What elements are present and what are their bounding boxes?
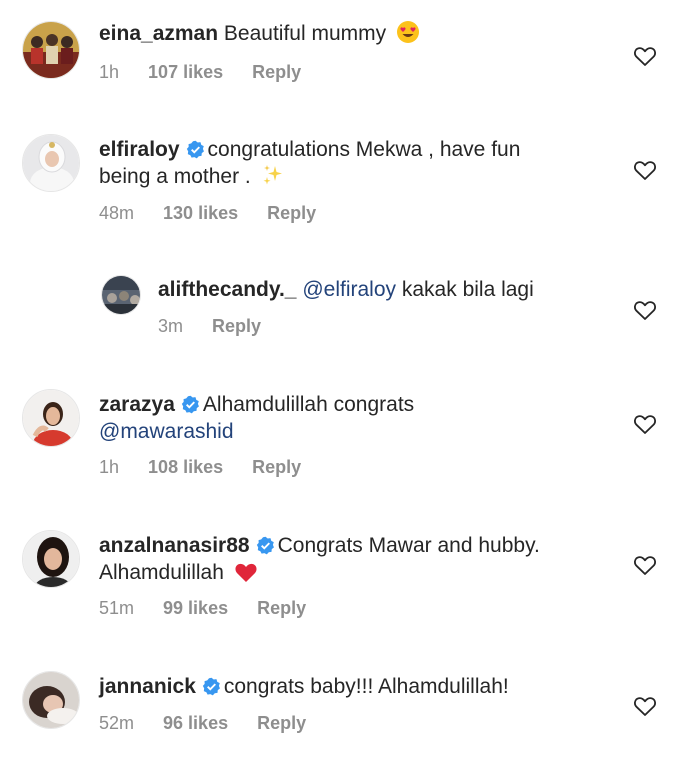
- likes-count[interactable]: 99 likes: [163, 598, 228, 619]
- likes-count[interactable]: 107 likes: [148, 62, 223, 83]
- username[interactable]: anzalnanasir88: [99, 534, 250, 557]
- verified-badge-icon: [202, 677, 220, 696]
- avatar[interactable]: [101, 275, 141, 315]
- reply-button[interactable]: Reply: [252, 62, 301, 83]
- timestamp: 3m: [158, 316, 184, 336]
- comment-meta: 1h 108 likes Reply: [99, 457, 301, 478]
- likes-count[interactable]: 96 likes: [163, 713, 228, 734]
- timestamp: 48m: [99, 203, 135, 223]
- comment-meta: 51m 99 likes Reply: [99, 598, 306, 619]
- comment-text: jannanick congrats baby!!! Alhamdulillah!: [99, 673, 599, 700]
- comment-text: elfiraloy congratulations Mekwa , have fu…: [99, 136, 599, 190]
- avatar[interactable]: [22, 134, 80, 192]
- comment-body: Beautiful mummy: [223, 22, 387, 45]
- avatar[interactable]: [22, 530, 80, 588]
- comment-text: alifthecandy._ @elfiraloy kakak bila lag…: [158, 276, 658, 303]
- avatar[interactable]: [22, 671, 80, 729]
- timestamp: 51m: [99, 598, 135, 618]
- username[interactable]: elfiraloy: [99, 138, 180, 161]
- comment-meta: 3m Reply: [158, 316, 261, 337]
- heart-eyes-emoji-icon: [396, 21, 419, 43]
- sparkles-emoji-icon: [263, 165, 282, 185]
- comment-text: anzalnanasir88 Congrats Mawar and hubby. …: [99, 532, 599, 586]
- verified-badge-icon: [181, 395, 199, 414]
- reply-button[interactable]: Reply: [257, 713, 306, 734]
- reply-button[interactable]: Reply: [257, 598, 306, 619]
- comment-meta: 48m 130 likes Reply: [99, 203, 316, 224]
- comment-body-line2: being a mother .: [99, 165, 251, 188]
- mention-link[interactable]: @elfiraloy: [302, 278, 396, 301]
- comment-body: congrats baby!!! Alhamdulillah!: [223, 675, 509, 698]
- comment-meta: 1h 107 likes Reply: [99, 62, 301, 83]
- comment-text: zarazya Alhamdulillah congrats @mawarashi…: [99, 391, 599, 445]
- likes-count[interactable]: 130 likes: [163, 203, 238, 224]
- username[interactable]: zarazya: [99, 393, 175, 416]
- verified-badge-icon: [186, 140, 204, 159]
- verified-badge-icon: [256, 536, 274, 555]
- like-heart-icon[interactable]: [633, 45, 657, 67]
- avatar[interactable]: [22, 389, 80, 447]
- avatar[interactable]: [22, 21, 80, 79]
- reply-button[interactable]: Reply: [267, 203, 316, 224]
- comment-meta: 52m 96 likes Reply: [99, 713, 306, 734]
- comment-text: eina_azman Beautiful mummy: [99, 20, 599, 47]
- reply-button[interactable]: Reply: [212, 316, 261, 337]
- username[interactable]: alifthecandy._: [158, 278, 297, 301]
- red-heart-emoji-icon: [235, 563, 257, 582]
- timestamp: 1h: [99, 457, 120, 477]
- timestamp: 1h: [99, 62, 120, 82]
- like-heart-icon[interactable]: [633, 299, 657, 321]
- comment-body: Congrats Mawar and hubby.: [277, 534, 540, 557]
- reply-button[interactable]: Reply: [252, 457, 301, 478]
- like-heart-icon[interactable]: [633, 554, 657, 576]
- mention-link[interactable]: @mawarashid: [99, 420, 234, 443]
- comment-body: congratulations Mekwa , have fun: [207, 138, 521, 161]
- comment-body: Alhamdulillah congrats: [202, 393, 415, 416]
- like-heart-icon[interactable]: [633, 413, 657, 435]
- username[interactable]: jannanick: [99, 675, 196, 698]
- username[interactable]: eina_azman: [99, 22, 218, 45]
- like-heart-icon[interactable]: [633, 159, 657, 181]
- comment-body: kakak bila lagi: [401, 278, 534, 301]
- like-heart-icon[interactable]: [633, 695, 657, 717]
- likes-count[interactable]: 108 likes: [148, 457, 223, 478]
- timestamp: 52m: [99, 713, 135, 733]
- comment-body-line2: Alhamdulillah: [99, 561, 224, 584]
